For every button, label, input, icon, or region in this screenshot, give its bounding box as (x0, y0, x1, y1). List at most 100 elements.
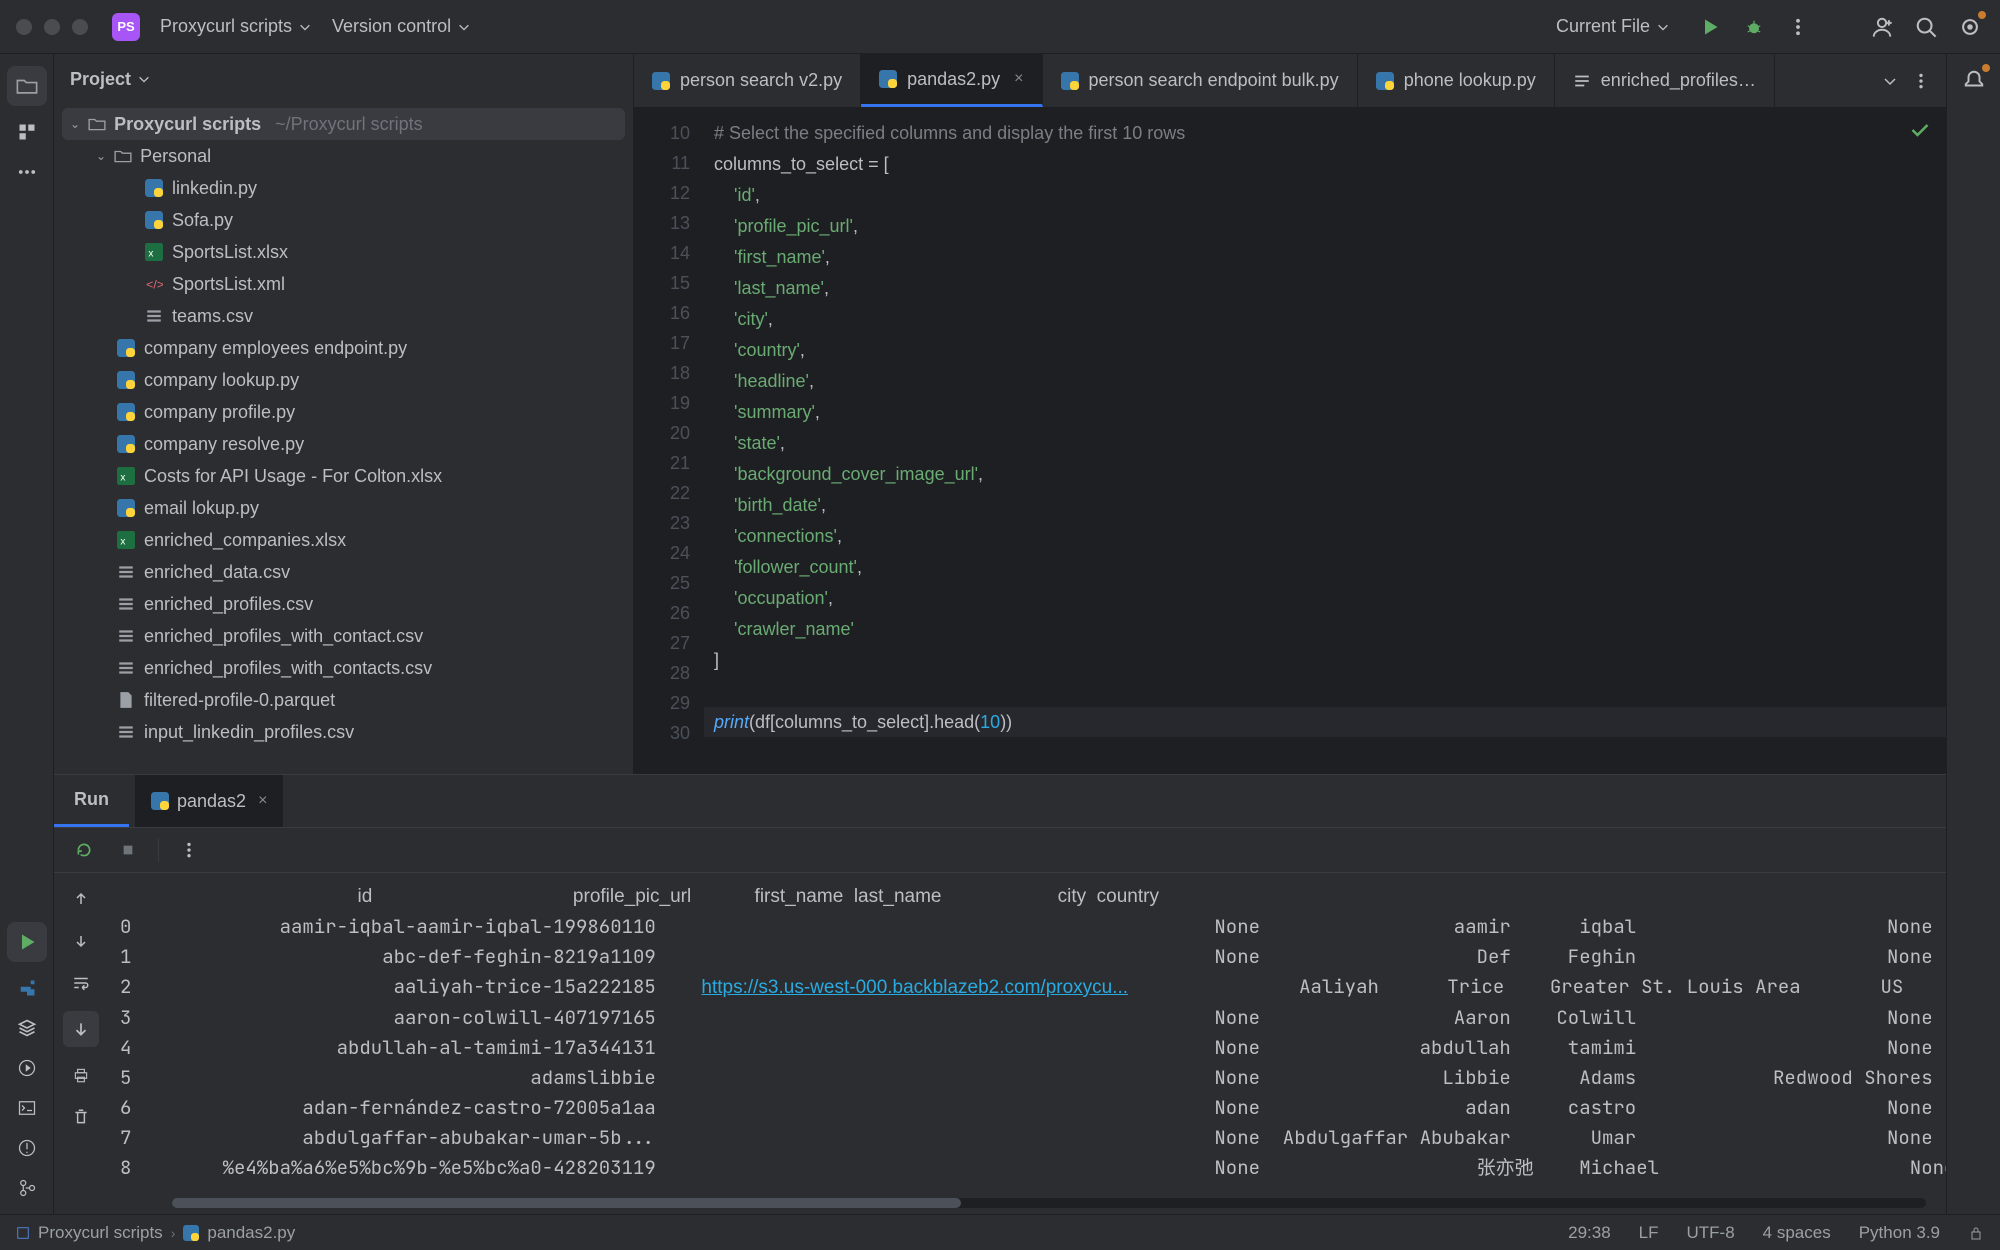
soft-wrap-button[interactable] (67, 969, 95, 997)
tree-row[interactable]: input_linkedin_profiles.csv (62, 716, 625, 748)
breadcrumb[interactable]: Proxycurl scripts › pandas2.py (16, 1223, 295, 1243)
tree-row[interactable]: SportsList.xlsx (62, 236, 625, 268)
code-line[interactable]: columns_to_select = [ (714, 154, 889, 174)
editor-tab[interactable]: pandas2.py× (861, 54, 1042, 107)
tree-row[interactable]: enriched_profiles_with_contact.csv (62, 620, 625, 652)
project-tree[interactable]: ⌄ Proxycurl scripts ~/Proxycurl scripts⌄… (54, 104, 633, 774)
debug-button[interactable] (1740, 13, 1768, 41)
tree-row[interactable]: enriched_profiles_with_contacts.csv (62, 652, 625, 684)
line-separator[interactable]: LF (1639, 1223, 1659, 1243)
project-tool-button[interactable] (7, 66, 47, 106)
more-vertical-icon[interactable] (1912, 72, 1930, 90)
editor-tab[interactable]: phone lookup.py (1358, 54, 1555, 107)
git-button[interactable] (13, 1174, 41, 1202)
clear-console-button[interactable] (67, 1103, 95, 1131)
code-area[interactable]: # Select the specified columns and displ… (704, 108, 1946, 774)
code-line[interactable]: 'summary', (714, 402, 820, 422)
code-line[interactable]: 'background_cover_image_url', (714, 464, 983, 484)
structure-tool-button[interactable] (13, 118, 41, 146)
print-button[interactable] (67, 1061, 95, 1089)
zoom-window-button[interactable] (72, 19, 88, 35)
tree-row[interactable]: company lookup.py (62, 364, 625, 396)
tree-row[interactable]: Costs for API Usage - For Colton.xlsx (62, 460, 625, 492)
run-tab[interactable]: Run (54, 775, 129, 827)
run-more-button[interactable] (175, 836, 203, 864)
code-line[interactable]: 'connections', (714, 526, 842, 546)
notifications-button[interactable] (1960, 66, 1988, 94)
console-horizontal-scrollbar[interactable] (172, 1198, 1926, 1208)
tree-row[interactable]: linkedin.py (62, 172, 625, 204)
python-packages-button[interactable] (13, 1014, 41, 1042)
search-everywhere-button[interactable] (1912, 13, 1940, 41)
close-run-tab-button[interactable]: × (258, 792, 267, 810)
code-line[interactable]: 'crawler_name' (714, 619, 854, 639)
code-line[interactable]: 'first_name', (714, 247, 830, 267)
project-panel-header[interactable]: Project (54, 54, 633, 104)
editor-tab[interactable]: person search endpoint bulk.py (1043, 54, 1358, 107)
code-line[interactable]: 'city', (714, 309, 773, 329)
indent-setting[interactable]: 4 spaces (1763, 1223, 1831, 1243)
editor-tab[interactable]: enriched_profiles… (1555, 54, 1775, 107)
code-line[interactable]: ] (714, 650, 719, 670)
python-interpreter[interactable]: Python 3.9 (1859, 1223, 1940, 1243)
tree-row[interactable]: company resolve.py (62, 428, 625, 460)
editor-body[interactable]: 1011121314151617181920212223242526272829… (634, 108, 1946, 774)
code-with-me-button[interactable] (1868, 13, 1896, 41)
more-tools-button[interactable] (13, 158, 41, 186)
more-actions-button[interactable] (1784, 13, 1812, 41)
code-line[interactable]: 'country', (714, 340, 805, 360)
code-line[interactable]: 'id', (714, 185, 760, 205)
tree-row[interactable]: enriched_data.csv (62, 556, 625, 588)
scroll-up-button[interactable] (67, 885, 95, 913)
code-line[interactable]: 'last_name', (714, 278, 829, 298)
tree-row[interactable]: company employees endpoint.py (62, 332, 625, 364)
chevron-down-icon[interactable] (1882, 73, 1898, 89)
scroll-down-button[interactable] (67, 927, 95, 955)
scrollbar-thumb[interactable] (172, 1198, 961, 1208)
code-line[interactable]: 'headline', (714, 371, 814, 391)
close-tab-button[interactable]: × (1014, 70, 1023, 88)
file-icon (116, 690, 136, 710)
services-button[interactable] (13, 1054, 41, 1082)
minimize-window-button[interactable] (44, 19, 60, 35)
tree-row[interactable]: company profile.py (62, 396, 625, 428)
run-tool-button[interactable] (7, 922, 47, 962)
tree-row[interactable]: enriched_profiles.csv (62, 588, 625, 620)
rerun-button[interactable] (70, 836, 98, 864)
problems-button[interactable] (13, 1134, 41, 1162)
console-output[interactable]: id profile_pic_url first_name last_name … (108, 873, 1946, 1214)
inspections-ok-indicator[interactable] (1910, 120, 1930, 140)
line-number: 14 (634, 238, 690, 268)
close-window-button[interactable] (16, 19, 32, 35)
tree-row[interactable]: SportsList.xml (62, 268, 625, 300)
tree-row[interactable]: Sofa.py (62, 204, 625, 236)
caret-position[interactable]: 29:38 (1568, 1223, 1611, 1243)
tree-row[interactable]: filtered-profile-0.parquet (62, 684, 625, 716)
code-line[interactable]: 'state', (714, 433, 785, 453)
code-line[interactable]: # Select the specified columns and displ… (714, 123, 1185, 143)
project-menu[interactable]: Proxycurl scripts (150, 10, 322, 43)
tree-row[interactable]: ⌄ Personal (62, 140, 625, 172)
lock-icon[interactable] (1968, 1225, 1984, 1241)
tree-row[interactable]: enriched_companies.xlsx (62, 524, 625, 556)
code-line[interactable]: 'profile_pic_url', (714, 216, 858, 236)
stop-button[interactable] (114, 836, 142, 864)
run-button[interactable] (1696, 13, 1724, 41)
code-line[interactable]: 'birth_date', (714, 495, 826, 515)
run-config-dropdown[interactable]: Current File (1546, 10, 1680, 43)
file-icon (144, 274, 164, 294)
version-control-menu[interactable]: Version control (322, 10, 481, 43)
code-line[interactable]: 'occupation', (714, 588, 833, 608)
terminal-button[interactable] (13, 1094, 41, 1122)
tree-row[interactable]: teams.csv (62, 300, 625, 332)
code-line[interactable]: print(df[columns_to_select].head(10)) (704, 707, 1946, 737)
code-line[interactable]: 'follower_count', (714, 557, 862, 577)
file-encoding[interactable]: UTF-8 (1687, 1223, 1735, 1243)
tree-row[interactable]: email lokup.py (62, 492, 625, 524)
run-config-tab[interactable]: pandas2 × (135, 775, 283, 827)
settings-button[interactable] (1956, 13, 1984, 41)
python-console-button[interactable] (13, 974, 41, 1002)
editor-tab[interactable]: person search v2.py (634, 54, 861, 107)
tree-row[interactable]: ⌄ Proxycurl scripts ~/Proxycurl scripts (62, 108, 625, 140)
scroll-to-end-button[interactable] (63, 1011, 99, 1047)
